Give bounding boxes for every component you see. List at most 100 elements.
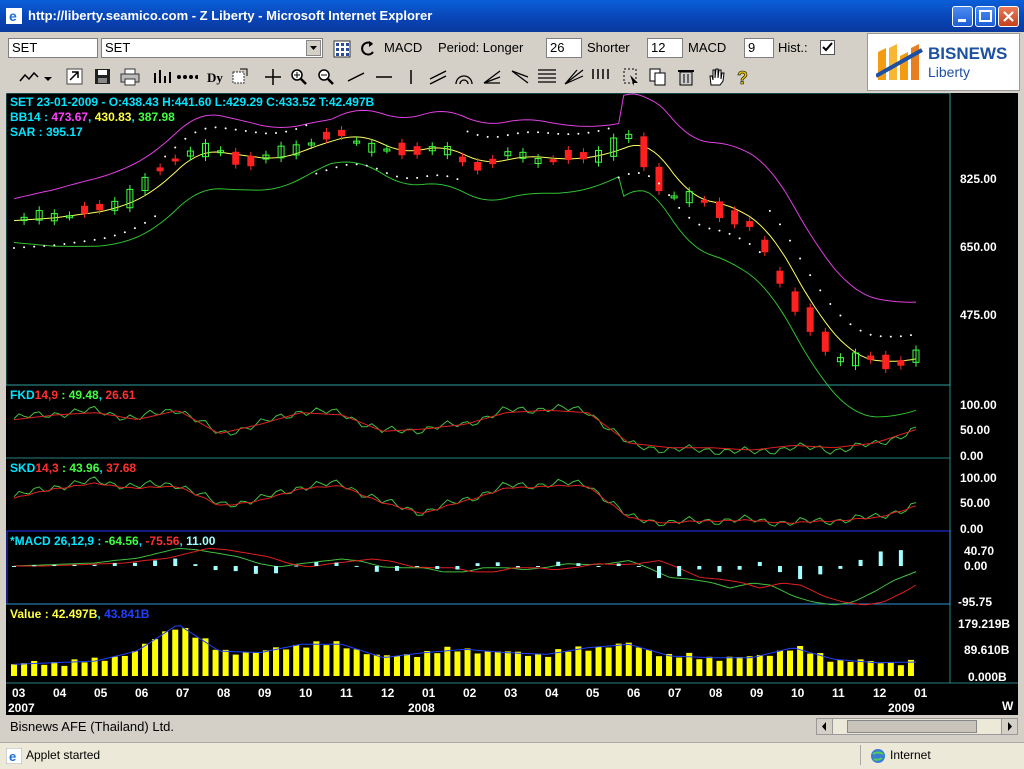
delete-icon[interactable] [676,67,696,87]
channel-icon[interactable] [428,68,448,86]
open-icon[interactable] [66,68,84,86]
dots-icon[interactable] [176,68,198,86]
print-icon[interactable] [120,68,140,86]
close-button[interactable] [998,6,1019,27]
sar-dot [264,132,267,135]
sar-dot [93,238,96,241]
sar-dot [768,209,771,212]
logo-brand: BISNEWS [928,44,1008,63]
price-tick: 650.00 [960,240,997,254]
bb-middle: 430.83 [95,110,132,124]
dy-icon[interactable]: Dy [204,67,226,89]
candle-body [156,167,164,172]
select-icon[interactable] [622,67,640,87]
skd-params: 14,3 [35,461,59,475]
macd-histogram-bar [818,566,823,575]
value-tick: 89.610B [964,643,1010,657]
sar-dot [547,132,550,135]
value-bar [373,654,380,676]
company-name: Bisnews AFE (Thailand) Ltd. [10,719,175,734]
refresh-icon[interactable] [360,40,376,58]
scroll-thumb[interactable] [847,720,977,733]
fkd-d-line [13,409,917,451]
maximize-button[interactable] [975,6,996,27]
minimize-button[interactable] [952,6,973,27]
horizontal-scrollbar[interactable] [816,718,1018,735]
sar-dot [305,124,308,127]
value-bar [343,648,350,676]
scroll-right-button[interactable] [1001,719,1017,734]
fibonacci-icon[interactable] [536,67,558,87]
sar-dot [809,274,812,277]
hist-checkbox[interactable] [820,40,835,55]
speed-line-icon[interactable] [510,68,530,86]
month-label: 09 [750,686,764,700]
sar-dot [567,133,570,136]
macd-legend: *MACD 26,12,9 : -64.56, -75.56, 11.00 [10,534,216,548]
month-label: 03 [12,686,26,700]
bb-label: BB14 : [10,110,51,124]
fan-icon[interactable] [482,68,502,86]
zoom-out-icon[interactable] [317,68,335,86]
macd-line [13,547,917,606]
macd-period-input[interactable]: 9 [744,38,774,58]
value-tick: 0.000B [968,670,1007,684]
vertical-line-icon[interactable] [402,68,420,86]
export-icon[interactable] [231,67,249,85]
skd-legend: SKD14,3 : 43.96, 37.68 [10,461,136,475]
trendline-icon[interactable] [346,68,366,86]
select-arrow[interactable] [306,40,321,56]
sar-dot [194,131,197,134]
macd-histogram-bar [52,564,57,566]
copy-icon[interactable] [648,67,668,87]
logo-sub: Liberty [928,64,971,80]
sar-dot [315,172,318,175]
sar-dot [285,130,288,133]
chart-type-icon[interactable] [152,68,172,86]
candle-body [81,205,89,214]
value-series [11,625,917,676]
sar-dot [113,234,116,237]
macd-histogram-bar [253,566,258,574]
month-label: 04 [545,686,559,700]
line-chart-icon[interactable] [18,69,40,87]
horizontal-line-icon[interactable] [374,68,394,86]
sar-dot [799,257,802,260]
grid-icon[interactable] [333,40,351,58]
chart-area[interactable]: SET 23-01-2009 - O:438.43 H:441.60 L:429… [5,92,1018,715]
save-icon[interactable] [94,68,112,86]
value-bar [504,651,511,676]
scroll-left-button[interactable] [817,719,833,734]
shorter-period-input[interactable]: 12 [647,38,683,58]
cycle-icon[interactable] [590,67,614,87]
candle-body [413,146,421,155]
candle-body [489,158,497,165]
hand-icon[interactable] [706,67,726,87]
dropdown-arrow-icon[interactable] [42,69,54,87]
title-bar: e http://liberty.seamico.com - Z Liberty… [0,0,1024,32]
sar-dot [416,176,419,179]
value-bar [101,660,108,676]
help-icon[interactable]: ? [734,67,754,87]
value-bar [666,653,673,676]
longer-period-input[interactable]: 26 [546,38,582,58]
sar-dot [577,132,580,135]
candle-body [746,221,754,227]
macd-histogram-bar [173,558,178,566]
sar-dot [597,129,600,132]
symbol-select[interactable]: SET [101,38,323,58]
value-bar [575,646,582,676]
price-series [13,93,920,418]
sar-dot [345,163,348,166]
zoom-in-icon[interactable] [290,68,308,86]
arc-icon[interactable] [454,68,474,86]
stock-chart[interactable]: SET 23-01-2009 - O:438.43 H:441.60 L:429… [5,92,1018,715]
candle-body [458,156,466,163]
crosshair-icon[interactable] [264,68,282,86]
close-icon [1003,11,1014,22]
symbol-input[interactable]: SET [8,38,98,58]
chevron-down-icon [310,46,317,50]
gann-icon[interactable] [563,67,585,87]
sar-dot [466,130,469,133]
value-bar [131,651,138,676]
